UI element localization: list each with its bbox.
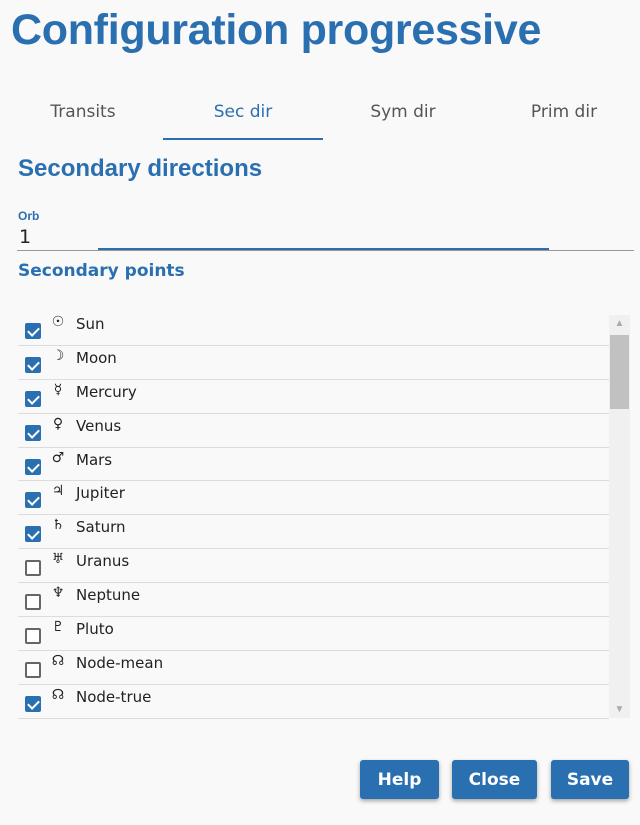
page-title: Configuration progressive (11, 6, 542, 54)
list-item[interactable]: ☽ Moon (18, 346, 609, 380)
tab-sym-dir[interactable]: Sym dir (323, 94, 483, 140)
planet-symbol-icon: ☿ (53, 381, 63, 398)
list-item[interactable]: ☿ Mercury (18, 380, 609, 414)
list-item[interactable]: ♃ Jupiter (18, 481, 609, 516)
planet-symbol-icon: ♄ (51, 517, 65, 534)
planet-symbol-icon: ☽ (51, 347, 65, 364)
point-checkbox[interactable] (25, 661, 41, 678)
orb-focus-underline (98, 248, 549, 250)
orb-label: Orb (18, 209, 40, 223)
point-name: Saturn (76, 518, 126, 537)
scroll-thumb[interactable] (610, 335, 629, 409)
help-button[interactable]: Help (360, 760, 439, 799)
planet-symbol-icon: ♆ (51, 585, 65, 602)
list-item[interactable]: ☊ Node-true (18, 685, 609, 719)
point-checkbox[interactable] (25, 323, 41, 339)
tab-bar: Transits Sec dir Sym dir Prim dir (0, 94, 640, 142)
planet-symbol-icon: ☉ (51, 314, 65, 330)
point-name: Neptune (76, 586, 141, 605)
list-item[interactable]: ♀ Venus (18, 414, 609, 448)
point-name: Uranus (76, 552, 130, 571)
point-checkbox[interactable] (25, 695, 41, 712)
list-item[interactable]: ♂ Mars (18, 448, 609, 482)
point-checkbox[interactable] (25, 458, 41, 475)
point-checkbox[interactable] (25, 594, 41, 611)
secondary-points-list: ☉ Sun ☽ Moon ☿ Mercury ♀ Venus ♂ Mars ♃ Jupiter ♄ Sat… (18, 312, 609, 719)
point-name: Moon (76, 348, 117, 367)
planet-symbol-icon: ☊ (51, 652, 65, 669)
point-name: Pluto (76, 620, 114, 639)
point-name: Jupiter (76, 484, 125, 503)
list-item[interactable]: ☉ Sun (18, 312, 609, 346)
planet-symbol-icon: ♅ (51, 551, 65, 568)
list-item[interactable]: ♇ Pluto (18, 617, 609, 651)
list-item[interactable]: ♆ Neptune (18, 583, 609, 618)
close-button[interactable]: Close (452, 760, 537, 799)
planet-symbol-icon: ♇ (51, 619, 65, 636)
planet-symbol-icon: ♀ (52, 415, 64, 432)
tab-transits[interactable]: Transits (3, 94, 163, 140)
point-name: Mars (76, 450, 113, 469)
planet-symbol-icon: ♂ (51, 449, 65, 466)
point-checkbox[interactable] (25, 628, 41, 645)
list-scrollbar[interactable]: ▲ ▼ (609, 315, 630, 718)
point-name: Node-true (76, 687, 152, 706)
point-checkbox[interactable] (25, 424, 41, 441)
save-button[interactable]: Save (551, 760, 629, 799)
point-name: Venus (76, 416, 122, 435)
scroll-down-icon[interactable]: ▼ (609, 701, 630, 718)
point-checkbox[interactable] (25, 526, 41, 543)
point-name: Mercury (76, 382, 137, 401)
secondary-points-title: Secondary points (18, 261, 185, 281)
point-checkbox[interactable] (25, 390, 41, 407)
tab-sec-dir[interactable]: Sec dir (163, 94, 323, 140)
point-checkbox[interactable] (25, 492, 41, 509)
orb-input[interactable] (17, 224, 634, 251)
point-checkbox[interactable] (25, 560, 41, 577)
planet-symbol-icon: ♃ (51, 483, 65, 500)
planet-symbol-icon: ☊ (51, 686, 65, 703)
point-checkbox[interactable] (25, 356, 41, 373)
list-item[interactable]: ♅ Uranus (18, 549, 609, 584)
point-name: Sun (76, 315, 105, 333)
list-item[interactable]: ♄ Saturn (18, 515, 609, 550)
tab-prim-dir[interactable]: Prim dir (484, 94, 640, 140)
list-item[interactable]: ☊ Node-mean (18, 651, 609, 685)
scroll-up-icon[interactable]: ▲ (609, 315, 630, 332)
point-name: Node-mean (76, 653, 164, 672)
section-title: Secondary directions (18, 155, 263, 182)
